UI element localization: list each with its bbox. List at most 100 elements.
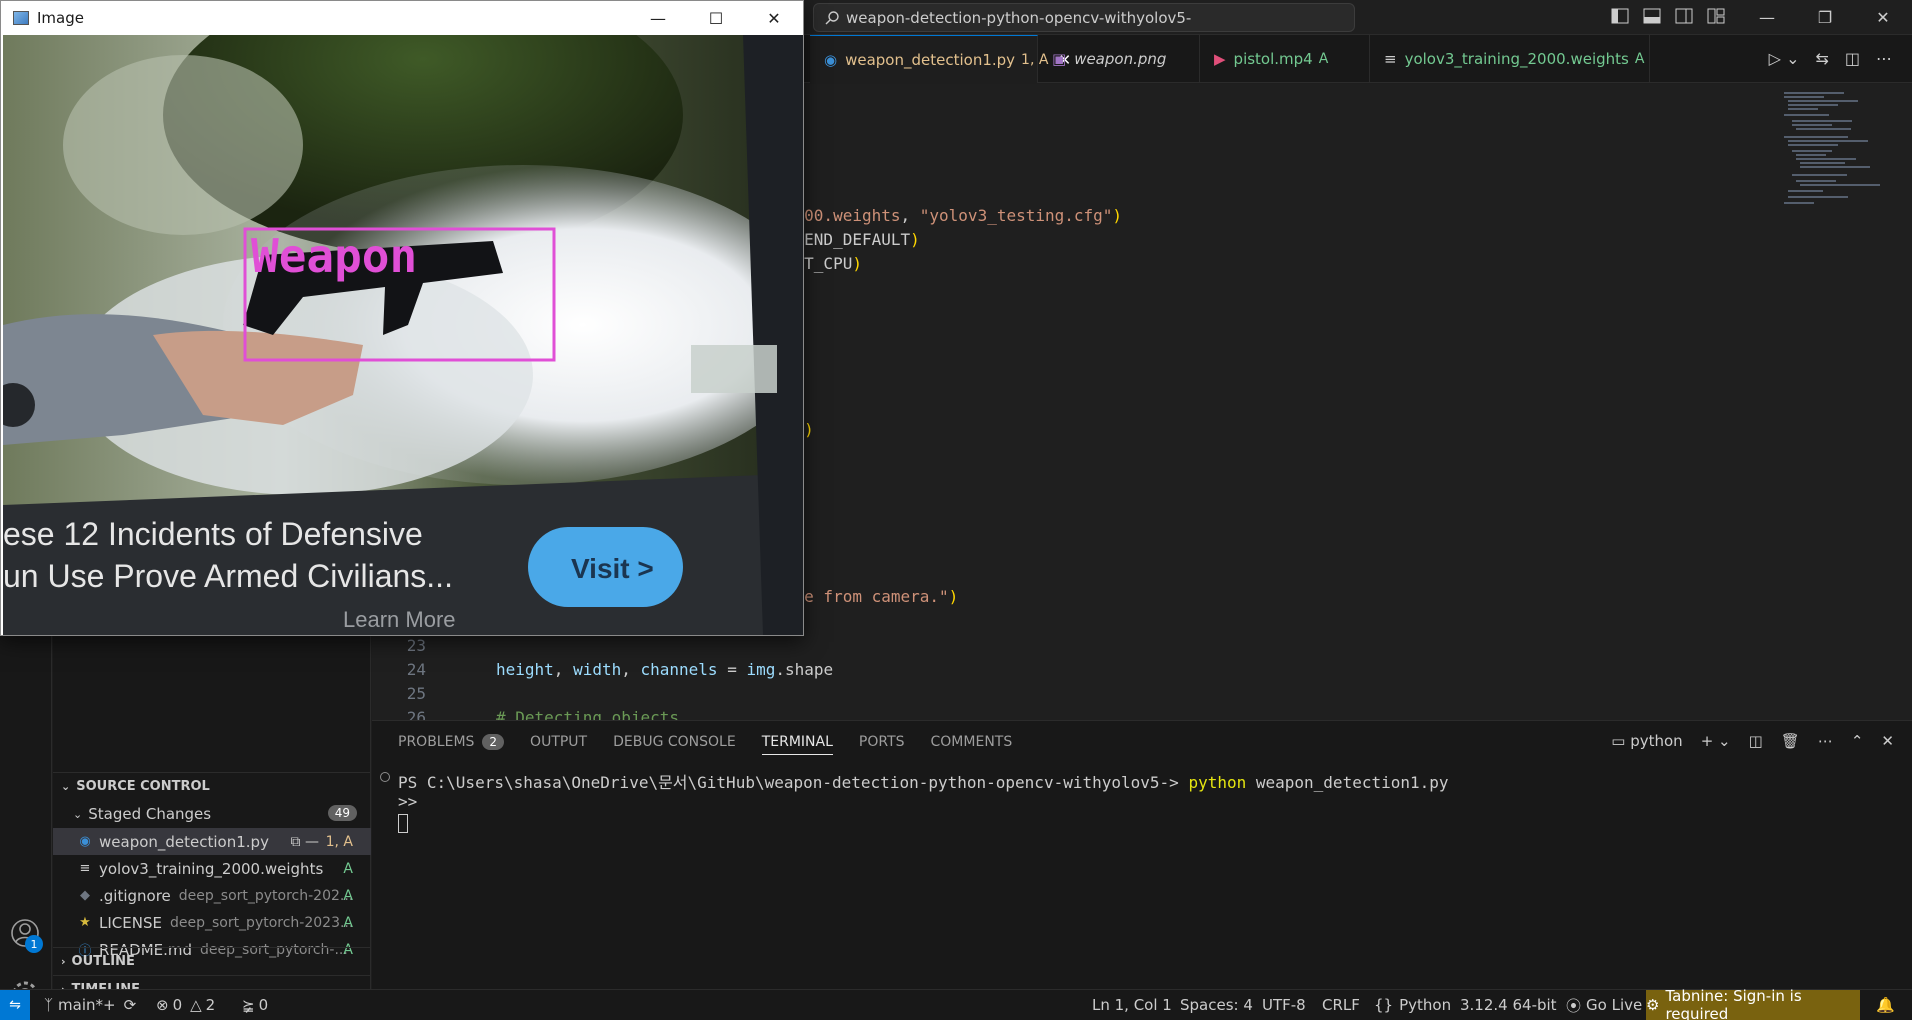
line-number: 24 bbox=[406, 660, 426, 679]
tab-ports[interactable]: PORTS bbox=[859, 721, 905, 763]
tab-output[interactable]: OUTPUT bbox=[530, 721, 587, 763]
broadcast-icon: ⦿ bbox=[1566, 996, 1582, 1015]
tab-label: DEBUG CONSOLE bbox=[613, 734, 736, 750]
tab-label: PROBLEMS bbox=[398, 734, 475, 750]
terminal-shell-selector[interactable]: ▭ python bbox=[1611, 732, 1682, 750]
tab-comments[interactable]: COMMENTS bbox=[931, 721, 1013, 763]
code-token: ) bbox=[948, 587, 959, 606]
staged-changes-group[interactable]: ⌄ Staged Changes 49 bbox=[53, 800, 371, 828]
code-token: img bbox=[746, 660, 776, 679]
terminal-cursor bbox=[398, 814, 408, 833]
split-editor-icon[interactable]: ◫ bbox=[1845, 49, 1860, 68]
branch-icon: ᛉ bbox=[44, 996, 54, 1014]
tabnine-icon: ⚙ bbox=[1646, 996, 1660, 1014]
trash-icon[interactable]: 🗑 bbox=[1781, 732, 1800, 750]
tab-label: yolov3_training_2000.weights bbox=[1404, 50, 1629, 68]
staged-file-row[interactable]: ◉ weapon_detection1.py ⧉ — 1, A bbox=[53, 828, 371, 855]
code-token: width bbox=[573, 660, 622, 679]
new-terminal-icon[interactable]: + ⌄ bbox=[1701, 732, 1731, 750]
cursor-position[interactable]: Ln 1, Col 1 bbox=[1092, 990, 1172, 1020]
tab-weapon-detection1[interactable]: ◉ weapon_detection1.py 1, A ✕ bbox=[810, 35, 1071, 83]
staged-file-row[interactable]: ◆ .gitignore deep_sort_pytorch-202... A bbox=[53, 882, 371, 909]
minimap[interactable] bbox=[1782, 90, 1892, 240]
command-center-search[interactable]: weapon-detection-python-opencv-withyolov… bbox=[813, 3, 1355, 32]
tab-terminal[interactable]: TERMINAL bbox=[761, 721, 834, 763]
file-name: LICENSE bbox=[99, 913, 162, 932]
outline-title: OUTLINE bbox=[71, 954, 135, 969]
staged-count-badge: 49 bbox=[327, 805, 357, 821]
terminal-line: >> bbox=[398, 792, 417, 811]
close-icon[interactable]: ✕ bbox=[1854, 0, 1912, 35]
tab-weapon-png[interactable]: ▣ weapon.png bbox=[1038, 35, 1200, 83]
video-icon: ▶ bbox=[1214, 50, 1226, 68]
terminal-icon: ▭ bbox=[1611, 732, 1626, 750]
remote-icon[interactable]: ⇋ bbox=[0, 990, 30, 1020]
close-panel-icon[interactable]: ✕ bbox=[1881, 732, 1894, 750]
image-window[interactable]: Image — ☐ ✕ Weapon ese 12 Incidents of D… bbox=[0, 0, 804, 636]
file-status: 1, A bbox=[325, 833, 353, 850]
branch-name: main*+ bbox=[58, 996, 116, 1014]
customize-layout-icon[interactable] bbox=[1706, 6, 1726, 26]
tab-label: TERMINAL bbox=[761, 734, 833, 750]
detection-label: Weapon bbox=[251, 229, 417, 283]
line-number: 25 bbox=[406, 684, 426, 703]
account-badge: 1 bbox=[25, 935, 43, 953]
error-icon: ⊗ bbox=[156, 996, 169, 1014]
toggle-secondary-sidebar-icon[interactable] bbox=[1674, 6, 1694, 26]
code-token: , bbox=[900, 206, 920, 225]
terminal-continuation: >> bbox=[398, 792, 418, 811]
staged-file-row[interactable]: ≡ yolov3_training_2000.weights A bbox=[53, 855, 371, 882]
tab-label: weapon_detection1.py bbox=[845, 50, 1016, 69]
split-terminal-icon[interactable]: ◫ bbox=[1749, 732, 1763, 750]
minimize-icon[interactable]: — bbox=[629, 1, 687, 35]
tab-debug-console[interactable]: DEBUG CONSOLE bbox=[613, 721, 736, 763]
problems-indicator[interactable]: ⊗ 0 △ 2 bbox=[156, 990, 215, 1020]
minimize-icon[interactable]: — bbox=[1738, 0, 1796, 35]
end-of-line[interactable]: CRLF bbox=[1322, 990, 1360, 1020]
file-lines-icon: ≡ bbox=[1384, 50, 1397, 68]
branch-indicator[interactable]: ᛉ main*+ ⟳ bbox=[44, 990, 136, 1020]
command-decoration-icon bbox=[380, 772, 390, 782]
maximize-panel-icon[interactable]: ⌃ bbox=[1851, 732, 1864, 750]
close-icon[interactable]: ✕ bbox=[745, 1, 803, 35]
problems-count-badge: 2 bbox=[482, 734, 505, 750]
source-control-header[interactable]: ⌄ SOURCE CONTROL bbox=[53, 772, 371, 800]
chevron-right-icon: › bbox=[61, 955, 66, 968]
tab-label: weapon.png bbox=[1074, 50, 1167, 68]
image-window-title: Image bbox=[37, 9, 84, 27]
compare-changes-icon[interactable]: ⇆ bbox=[1815, 49, 1828, 68]
more-actions-icon[interactable]: ⋯ bbox=[1876, 49, 1892, 68]
more-actions-icon[interactable]: ⋯ bbox=[1818, 732, 1833, 750]
outline-section[interactable]: › OUTLINE bbox=[53, 947, 371, 975]
python-interpreter[interactable]: 3.12.4 64-bit bbox=[1460, 990, 1557, 1020]
terminal-line[interactable]: PS C:\Users\shasa\OneDrive\문서\GitHub\wea… bbox=[398, 769, 1449, 793]
notifications-icon[interactable]: 🔔 bbox=[1876, 990, 1895, 1020]
restore-icon[interactable]: ❐ bbox=[1796, 0, 1854, 35]
error-count: 0 bbox=[172, 996, 183, 1014]
code-text: # Detecting objects bbox=[496, 708, 679, 720]
encoding[interactable]: UTF-8 bbox=[1262, 990, 1306, 1020]
ad-headline-2: un Use Prove Armed Civilians... bbox=[3, 558, 453, 594]
sync-icon: ⟳ bbox=[123, 996, 137, 1014]
language-mode[interactable]: {} Python bbox=[1374, 990, 1451, 1020]
tab-pistol-mp4[interactable]: ▶ pistol.mp4 A bbox=[1200, 35, 1370, 83]
tab-label: pistol.mp4 bbox=[1233, 50, 1313, 68]
code-token: ) bbox=[1112, 206, 1123, 225]
toggle-panel-icon[interactable] bbox=[1642, 6, 1662, 26]
code-token: .shape bbox=[775, 660, 834, 679]
file-name: .gitignore bbox=[99, 886, 171, 905]
ports-indicator[interactable]: ⪶ 0 bbox=[242, 990, 268, 1020]
tabnine-status[interactable]: ⚙ Tabnine: Sign-in is required bbox=[1646, 987, 1860, 1020]
tab-yolov3-weights[interactable]: ≡ yolov3_training_2000.weights A bbox=[1370, 35, 1650, 83]
maximize-icon[interactable]: ☐ bbox=[687, 1, 745, 35]
indentation[interactable]: Spaces: 4 bbox=[1180, 990, 1253, 1020]
file-actions[interactable]: ⧉ — bbox=[291, 834, 319, 850]
toggle-sidebar-icon[interactable] bbox=[1610, 6, 1630, 26]
code-token: "yolov3_testing.cfg" bbox=[919, 206, 1113, 225]
run-icon[interactable]: ▷ ⌄ bbox=[1769, 49, 1800, 68]
go-live-button[interactable]: ⦿ Go Live bbox=[1566, 990, 1642, 1020]
code-token: = bbox=[717, 660, 747, 679]
tab-problems[interactable]: PROBLEMS 2 bbox=[398, 721, 505, 763]
staged-file-row[interactable]: ★ LICENSE deep_sort_pytorch-2023... A bbox=[53, 909, 371, 936]
code-token: ) bbox=[852, 254, 862, 273]
